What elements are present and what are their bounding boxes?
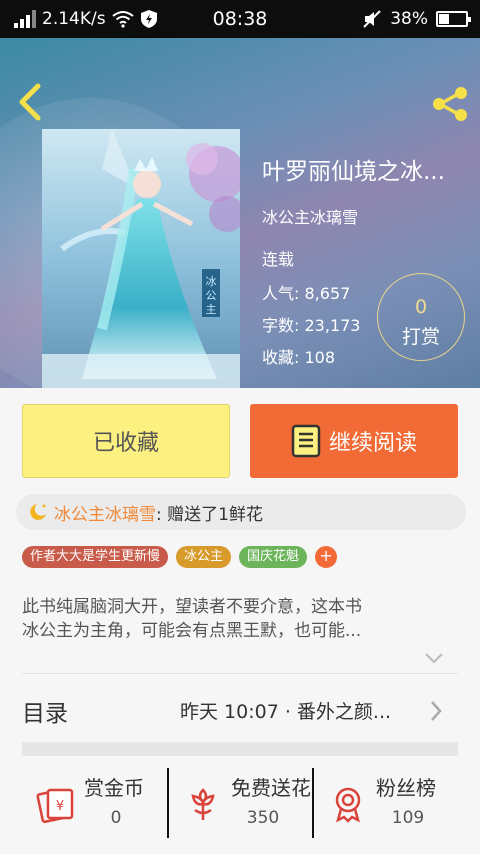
status-right: 38%: [362, 0, 471, 38]
bottom-actions: ¥ 赏金币 0 免费送花 350 粉丝榜 109: [22, 768, 458, 838]
free-flower-value: 350: [246, 808, 280, 828]
popularity-label: 人气:: [262, 284, 300, 303]
medal-icon: [335, 787, 361, 823]
book-detail-body: 已收藏 继续阅读 冰公主冰璃雪 : 赠送了1鲜花 作者大大是学生更新慢 冰公主 …: [0, 388, 480, 854]
mute-icon: [363, 10, 381, 28]
collect-label: 收藏:: [262, 348, 300, 367]
tag-item[interactable]: 作者大大是学生更新慢: [22, 546, 169, 568]
book-author[interactable]: 冰公主冰璃雪: [262, 204, 358, 228]
fan-ranking-label: 粉丝榜: [376, 776, 436, 800]
red-envelope-icon: ¥: [36, 788, 74, 824]
divider: [22, 673, 458, 674]
gift-notice[interactable]: 冰公主冰璃雪 : 赠送了1鲜花: [16, 494, 466, 530]
gold-coin-value: 0: [110, 808, 122, 828]
book-icon: [291, 424, 321, 458]
share-icon[interactable]: [430, 84, 470, 124]
flower-icon: [191, 788, 215, 820]
chevron-right-icon[interactable]: [429, 700, 443, 722]
cover-text-3: 主: [206, 303, 217, 316]
fan-ranking[interactable]: 粉丝榜 109: [312, 768, 457, 838]
status-bar: 2.14K/s 08:38 38%: [0, 0, 480, 38]
tag-item[interactable]: 国庆花魁: [239, 546, 308, 568]
popularity-value: 8,657: [304, 284, 351, 303]
gift-text: : 赠送了1鲜花: [156, 504, 263, 525]
words-label: 字数:: [262, 316, 300, 335]
gold-coin-reward[interactable]: ¥ 赏金币 0: [22, 768, 167, 838]
book-header: 冰 公 主 叶罗丽仙境之冰... 冰公主冰璃雪 连载 人气: 8,657 字数:…: [0, 38, 480, 388]
collect-value: 108: [304, 348, 336, 367]
svg-text:¥: ¥: [56, 799, 64, 814]
continue-reading-button[interactable]: 继续阅读: [250, 404, 458, 478]
cover-text-2: 公: [206, 289, 217, 302]
tip-label: 打赏: [401, 326, 440, 348]
free-flower[interactable]: 免费送花 350: [167, 768, 312, 838]
cover-illustration: 冰 公 主: [42, 129, 240, 388]
chevron-down-icon[interactable]: [424, 652, 444, 664]
popularity-stat: 人气: 8,657: [262, 280, 350, 304]
free-flower-label: 免费送花: [231, 776, 311, 800]
collected-label: 已收藏: [92, 431, 159, 456]
book-status: 连载: [262, 250, 295, 269]
collect-stat: 收藏: 108: [262, 344, 335, 368]
battery-level: [439, 14, 449, 24]
tip-count: 0: [414, 296, 428, 318]
gold-coin-label: 赏金币: [84, 776, 144, 800]
words-stat: 字数: 23,173: [262, 312, 360, 336]
toc-label[interactable]: 目录: [22, 694, 68, 728]
continue-reading-label: 继续阅读: [328, 431, 417, 456]
collected-button[interactable]: 已收藏: [22, 404, 230, 478]
tag-item[interactable]: 冰公主: [176, 546, 232, 568]
latest-chapter[interactable]: 昨天 10:07 · 番外之颜...: [180, 697, 420, 724]
words-value: 23,173: [304, 316, 361, 335]
battery-icon: [436, 11, 471, 27]
battery-percent: 38%: [390, 9, 428, 29]
description-line: 冰公主为主角，可能会有点黑王默，也可能...: [22, 621, 362, 641]
tip-button[interactable]: 0 打赏: [377, 273, 465, 361]
gift-user: 冰公主冰璃雪: [54, 504, 156, 525]
description-line: 此书纯属脑洞大开，望读者不要介意，这本书: [22, 597, 362, 617]
book-cover[interactable]: 冰 公 主: [42, 129, 240, 388]
section-separator: [22, 742, 458, 756]
back-icon[interactable]: [12, 82, 48, 122]
book-title: 叶罗丽仙境之冰...: [262, 159, 445, 185]
add-tag-button[interactable]: +: [315, 546, 338, 568]
cover-text-1: 冰: [206, 275, 217, 288]
book-description[interactable]: 此书纯属脑洞大开，望读者不要介意，这本书 冰公主为主角，可能会有点黑王默，也可能…: [22, 595, 452, 643]
tag-list: 作者大大是学生更新慢 冰公主 国庆花魁 +: [22, 546, 338, 568]
moon-icon: [30, 504, 46, 520]
fan-ranking-value: 109: [391, 808, 425, 828]
